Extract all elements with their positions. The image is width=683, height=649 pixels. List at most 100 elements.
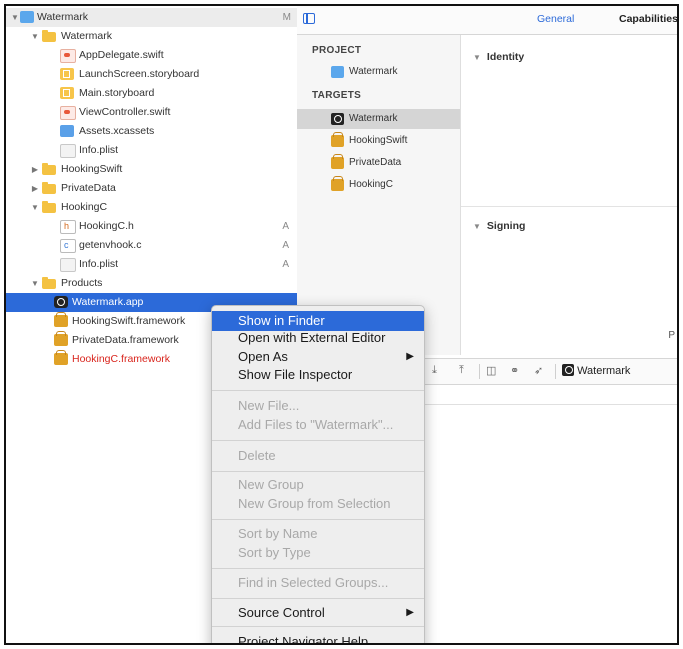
target-item[interactable]: PrivateData — [297, 153, 460, 173]
menu-item-add-files: Add Files to "Watermark"... — [212, 415, 424, 435]
menu-item-open-external-editor[interactable]: Open with External Editor — [212, 328, 424, 348]
navigator-row-project[interactable]: ▼ Watermark M — [6, 8, 297, 27]
plist-icon — [60, 258, 76, 272]
menu-separator — [212, 568, 424, 569]
row-label: PrivateData.framework — [72, 334, 179, 346]
folder-icon — [42, 30, 56, 42]
menu-item-sort-by-name: Sort by Name — [212, 524, 424, 544]
disclosure-expanded-icon: ▼ — [473, 53, 481, 62]
menu-item-label: New File... — [238, 398, 300, 413]
context-menu: Show in Finder Open with External Editor… — [211, 305, 425, 645]
disclosure-expanded-icon[interactable]: ▼ — [30, 198, 40, 217]
submenu-arrow-icon: ▶ — [406, 351, 414, 362]
project-icon — [331, 66, 344, 78]
navigator-row-file[interactable]: Info.plist A — [6, 255, 297, 274]
menu-item-open-as[interactable]: Open As ▶ — [212, 347, 424, 367]
project-item[interactable]: Watermark — [297, 62, 460, 82]
section-divider — [461, 206, 677, 207]
step-up-icon[interactable]: ⤒ — [459, 364, 464, 377]
menu-item-label: Sort by Name — [238, 526, 318, 541]
menu-item-navigator-help[interactable]: Project Navigator Help — [212, 632, 424, 645]
navigator-row-file[interactable]: ViewController.swift — [6, 103, 297, 122]
tab-general[interactable]: General — [537, 13, 574, 25]
navigator-row-file[interactable]: AppDelegate.swift — [6, 46, 297, 65]
row-label: ViewController.swift — [79, 106, 171, 118]
menu-item-label: Project Navigator Help — [238, 634, 369, 645]
menu-item-source-control[interactable]: Source Control ▶ — [212, 603, 424, 623]
menu-item-label: Sort by Type — [238, 545, 311, 560]
folder-icon — [42, 201, 56, 213]
scm-badge: A — [282, 240, 289, 251]
memory-graph-icon[interactable]: ⚭ — [510, 364, 519, 377]
menu-item-label: Open As — [238, 349, 288, 364]
menu-item-label: Delete — [238, 448, 276, 463]
row-label: Products — [61, 277, 103, 289]
c-file-icon — [60, 236, 76, 255]
storyboard-icon — [60, 68, 74, 80]
menu-item-label: Source Control — [238, 605, 325, 620]
targets-header: TARGETS — [312, 90, 362, 101]
identity-section-header[interactable]: ▼ Identity — [473, 51, 524, 63]
navigator-row-file[interactable]: Info.plist — [6, 141, 297, 160]
app-icon — [562, 364, 574, 376]
disclosure-expanded-icon[interactable]: ▼ — [30, 274, 40, 293]
framework-icon — [54, 331, 68, 346]
navigator-row-group[interactable]: ▼ HookingC — [6, 198, 297, 217]
menu-item-find-in-selected-groups: Find in Selected Groups... — [212, 573, 424, 593]
menu-separator — [212, 519, 424, 520]
plist-icon — [60, 144, 76, 158]
menu-item-new-file: New File... — [212, 396, 424, 416]
target-item[interactable]: HookingC — [297, 175, 460, 195]
disclosure-expanded-icon: ▼ — [473, 222, 481, 231]
app-icon — [54, 296, 68, 308]
menu-item-label: Add Files to "Watermark"... — [238, 417, 394, 432]
row-label: Info.plist — [79, 144, 119, 156]
row-label: getenvhook.c — [79, 239, 142, 251]
navigator-row-group[interactable]: ▶ PrivateData — [6, 179, 297, 198]
disclosure-expanded-icon[interactable]: ▼ — [30, 27, 40, 46]
navigator-row-file[interactable]: Main.storyboard — [6, 84, 297, 103]
menu-item-label: Show File Inspector — [238, 367, 353, 382]
step-down-icon[interactable]: ⤓ — [432, 364, 437, 377]
menu-separator — [212, 440, 424, 441]
signing-section-header[interactable]: ▼ Signing — [473, 220, 525, 232]
menu-item-delete: Delete — [212, 446, 424, 466]
row-label: Watermark — [37, 11, 88, 23]
view-hierarchy-icon[interactable]: ◫ — [486, 364, 496, 377]
xcode-window: ▼ Watermark M ▼ Watermark AppDelegate.sw… — [4, 4, 679, 645]
truncated-label: P — [668, 330, 675, 341]
target-item[interactable]: HookingSwift — [297, 131, 460, 151]
row-label: Info.plist — [79, 258, 119, 270]
row-label: AppDelegate.swift — [79, 49, 164, 61]
menu-separator — [212, 390, 424, 391]
menu-item-new-group-from-selection: New Group from Selection — [212, 494, 424, 514]
navigator-row-file[interactable]: HookingC.h A — [6, 217, 297, 236]
scm-badge: A — [282, 221, 289, 232]
menu-item-show-file-inspector[interactable]: Show File Inspector — [212, 365, 424, 385]
target-item-selected[interactable]: Watermark — [297, 109, 460, 129]
menu-item-label: Find in Selected Groups... — [238, 575, 389, 590]
row-label: HookingC — [61, 201, 108, 213]
framework-icon — [331, 154, 344, 169]
folder-icon — [42, 182, 56, 194]
section-title: Identity — [486, 51, 525, 63]
navigator-row-file[interactable]: getenvhook.c A — [6, 236, 297, 255]
row-label: Assets.xcassets — [79, 125, 155, 137]
tab-capabilities[interactable]: Capabilities — [619, 13, 677, 25]
navigator-row-group[interactable]: ▼ Watermark — [6, 27, 297, 46]
project-icon — [20, 11, 34, 23]
swift-file-icon — [60, 106, 76, 120]
editor-tab-bar: General Capabilities — [297, 6, 677, 35]
disclosure-collapsed-icon[interactable]: ▶ — [30, 160, 40, 179]
sidebar-toggle-icon[interactable] — [303, 13, 315, 24]
target-label: PrivateData — [349, 157, 402, 168]
navigator-row-group[interactable]: ▼ Products — [6, 274, 297, 293]
navigator-row-group[interactable]: ▶ HookingSwift — [6, 160, 297, 179]
scheme-selector[interactable]: Watermark — [562, 364, 630, 377]
navigator-row-file[interactable]: LaunchScreen.storyboard — [6, 65, 297, 84]
framework-icon — [54, 350, 68, 365]
disclosure-expanded-icon[interactable]: ▼ — [10, 8, 20, 27]
location-icon[interactable]: ➶ — [534, 364, 543, 377]
navigator-row-file[interactable]: Assets.xcassets — [6, 122, 297, 141]
disclosure-collapsed-icon[interactable]: ▶ — [30, 179, 40, 198]
